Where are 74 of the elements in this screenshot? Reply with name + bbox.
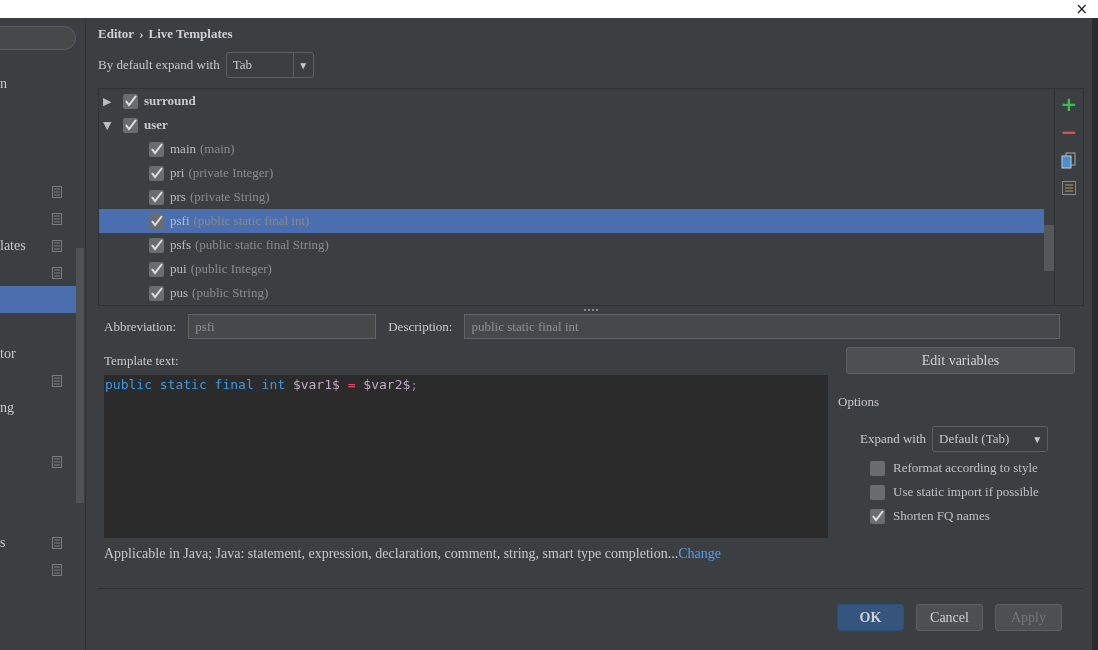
abbreviation-field[interactable]: psfi bbox=[188, 314, 377, 339]
section-title: Options bbox=[838, 394, 881, 410]
sidebar-label[interactable]: s bbox=[0, 534, 6, 551]
checkbox[interactable] bbox=[870, 460, 885, 476]
breadcrumb: › bbox=[139, 26, 144, 42]
caret-icon: ▼ bbox=[1027, 427, 1048, 451]
list-icon bbox=[1062, 181, 1076, 195]
template-description: (private Integer) bbox=[188, 165, 274, 181]
expander-icon[interactable]: ▶ bbox=[103, 94, 117, 108]
field-label: Abbreviation: bbox=[104, 318, 177, 335]
group-name: user bbox=[144, 117, 168, 133]
edit-variables-button[interactable]: Edit variables bbox=[846, 347, 1075, 374]
checkbox[interactable] bbox=[149, 165, 164, 181]
breadcrumb: Editor bbox=[98, 26, 135, 42]
template-row[interactable]: pri (private Integer) bbox=[99, 161, 1044, 185]
checkbox[interactable] bbox=[149, 189, 164, 205]
checkbox[interactable] bbox=[149, 261, 164, 277]
template-description: (public static final String) bbox=[194, 237, 329, 253]
field-label: Description: bbox=[388, 318, 453, 335]
checkbox[interactable] bbox=[123, 93, 138, 109]
checkbox-label: Reformat according to style bbox=[893, 460, 1038, 476]
checkbox[interactable] bbox=[123, 117, 138, 133]
checkbox[interactable] bbox=[149, 213, 164, 229]
sidebar-label[interactable]: lates bbox=[0, 237, 26, 254]
description-field[interactable]: public static final int bbox=[464, 314, 1061, 339]
checkbox[interactable] bbox=[149, 141, 164, 157]
dialog-button[interactable]: Cancel bbox=[916, 604, 983, 631]
template-description: (public String) bbox=[192, 285, 269, 301]
template-row[interactable]: psfs (public static final String) bbox=[99, 233, 1044, 257]
template-name: psfs bbox=[170, 237, 191, 253]
template-description: (public static final int) bbox=[193, 213, 310, 229]
search-field[interactable] bbox=[0, 26, 76, 50]
copy-icon bbox=[1061, 151, 1077, 169]
field-label: By default expand with bbox=[98, 57, 220, 73]
checkbox[interactable] bbox=[870, 484, 885, 500]
dialog-button[interactable]: OK bbox=[837, 604, 904, 631]
breadcrumb: Live Templates bbox=[148, 26, 233, 42]
template-name: psfi bbox=[170, 213, 190, 229]
close-button[interactable]: × bbox=[1075, 1, 1088, 17]
group-name: surround bbox=[144, 93, 196, 109]
template-name: prs bbox=[170, 189, 186, 205]
change-link[interactable]: Change bbox=[678, 546, 721, 561]
template-name: pui bbox=[170, 261, 187, 277]
scrollbar-thumb[interactable] bbox=[1044, 225, 1054, 271]
scrollbar-thumb[interactable] bbox=[76, 248, 84, 503]
tree-group-row[interactable]: ▼ user bbox=[99, 113, 1044, 137]
template-description: (private String) bbox=[189, 189, 270, 205]
field-label: Template text: bbox=[104, 353, 180, 369]
template-row[interactable]: pus (public String) bbox=[99, 281, 1044, 305]
checkbox[interactable] bbox=[149, 237, 164, 253]
applicable-contexts: Applicable in Java; Java: statement, expression, declaration, comment, string, smart type completion...Change bbox=[104, 546, 722, 562]
template-row[interactable]: prs (private String) bbox=[99, 185, 1044, 209]
sidebar-label[interactable]: tor bbox=[0, 345, 16, 362]
template-name: pus bbox=[170, 285, 189, 301]
sidebar-label[interactable]: ng bbox=[0, 399, 14, 416]
checkbox[interactable] bbox=[149, 285, 164, 301]
field-label: Expand with bbox=[860, 431, 927, 447]
splitter-handle[interactable] bbox=[584, 308, 598, 312]
sidebar-label[interactable]: n bbox=[0, 75, 7, 92]
template-description: (public Integer) bbox=[190, 261, 272, 277]
add-button[interactable]: + bbox=[1058, 93, 1080, 115]
checkbox-label: Use static import if possible bbox=[893, 484, 1039, 500]
template-description: (main) bbox=[200, 141, 235, 157]
template-row[interactable]: pui (public Integer) bbox=[99, 257, 1044, 281]
checkbox-label: Shorten FQ names bbox=[893, 508, 990, 524]
checkbox[interactable] bbox=[870, 508, 885, 524]
template-row[interactable]: main (main) bbox=[99, 137, 1044, 161]
code-editor[interactable]: public static final int $var1$ = $var2$; bbox=[104, 375, 828, 538]
expand-dropdown[interactable]: Default (Tab) ▼ bbox=[932, 426, 1049, 452]
template-name: pri bbox=[170, 165, 185, 181]
tree-group-row[interactable]: ▶ surround bbox=[99, 89, 1044, 113]
expand-dropdown[interactable]: Tab ▼ bbox=[225, 52, 314, 78]
expander-icon[interactable]: ▼ bbox=[103, 118, 117, 132]
template-name: main bbox=[170, 141, 196, 157]
